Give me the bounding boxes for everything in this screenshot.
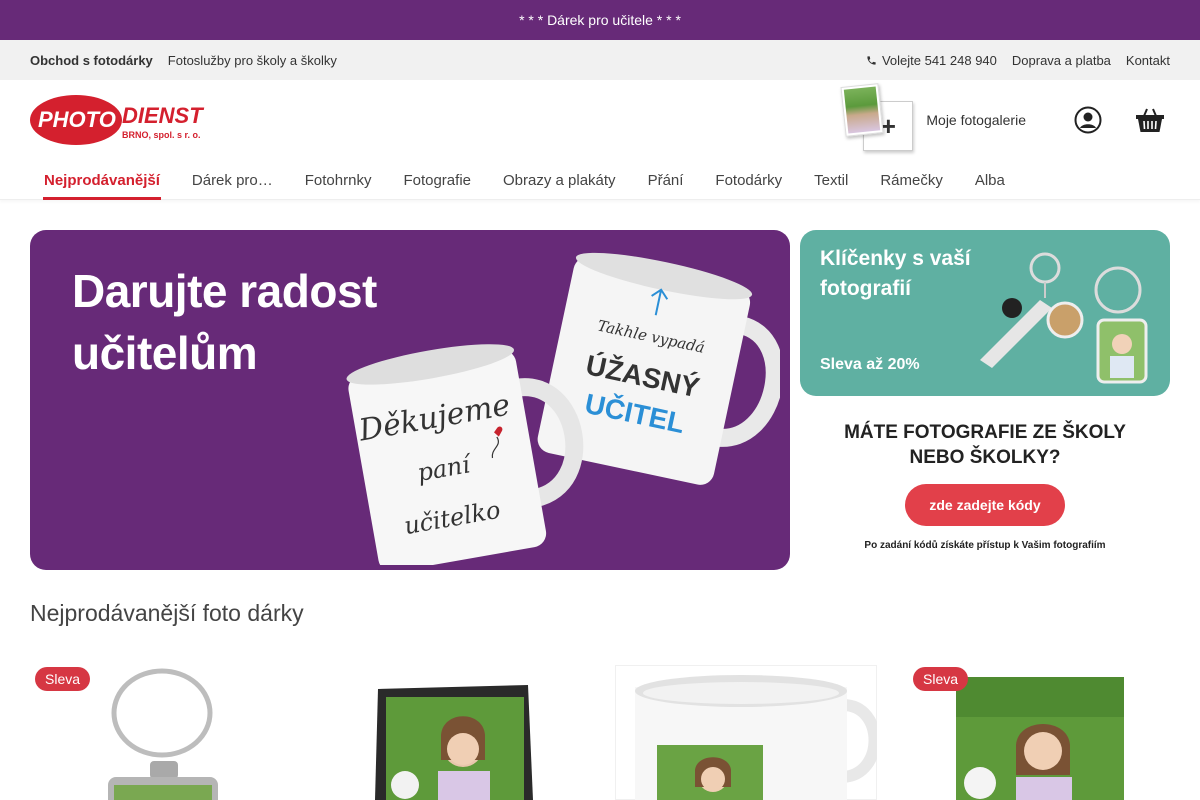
slate-product-image <box>375 685 533 800</box>
school-photos-line-2: NEBO ŠKOLKY? <box>909 447 1061 468</box>
mug-product-image <box>615 665 877 800</box>
nav-item-8[interactable]: Rámečky <box>864 160 959 200</box>
product-card-photo[interactable]: Sleva <box>908 665 1170 800</box>
keychain-banner-title: Klíčenky s vaší fotografií <box>820 244 971 304</box>
main-nav: Nejprodávanější Dárek pro… Fotohrnky Fotogr… <box>0 160 1200 200</box>
cart-button[interactable] <box>1130 100 1170 140</box>
sale-badge: Sleva <box>913 667 969 691</box>
my-gallery-link[interactable]: + Moje fotogalerie <box>840 83 1026 155</box>
keychain-line-1: Klíčenky s vaší <box>820 247 971 270</box>
mugs-illustration: Takhle vypadá ÚŽASNÝ UČITEL Děkujeme pan… <box>346 252 780 565</box>
site-header: PHOTO DIENST BRNO, spol. s r. o. + Moje … <box>0 80 1200 160</box>
promo-text: * * * Dárek pro učitele * * * <box>519 12 681 28</box>
nav-item-5[interactable]: Přání <box>632 160 700 200</box>
svg-text:PHOTO: PHOTO <box>38 107 116 132</box>
section-title: Nejprodávanější foto dárky <box>30 600 304 626</box>
keychains-illustration <box>980 252 1148 384</box>
utility-bar: Obchod s fotodárky Fotoslužby pro školy … <box>0 40 1200 80</box>
phone-icon <box>867 55 876 65</box>
promo-bar: * * * Dárek pro učitele * * * <box>0 0 1200 40</box>
sale-badge: Sleva <box>35 667 91 691</box>
phone-text: Volejte 541 248 940 <box>881 52 997 68</box>
nav-item-7[interactable]: Textil <box>798 160 864 200</box>
contact-link[interactable]: Kontakt <box>1126 53 1170 68</box>
phone-contact[interactable]: Volejte 541 248 940 <box>866 53 997 68</box>
product-card-keychain[interactable]: Sleva <box>30 665 292 800</box>
enter-codes-button[interactable]: zde zadejte kódy <box>905 484 1065 526</box>
site-logo[interactable]: PHOTO DIENST BRNO, spol. s r. o. <box>30 94 205 146</box>
nav-item-0[interactable]: Nejprodávanější <box>28 160 176 200</box>
keychain-banner[interactable]: Klíčenky s vaší fotografií Sleva až 20% <box>800 230 1170 396</box>
hero-line-2: učitelům <box>72 327 258 379</box>
schools-link[interactable]: Fotoslužby pro školy a školky <box>168 53 337 68</box>
svg-text:DIENST: DIENST <box>122 103 204 128</box>
school-photos-title: MÁTE FOTOGRAFIE ZE ŠKOLY NEBO ŠKOLKY? <box>800 420 1170 470</box>
basket-icon <box>1136 108 1164 132</box>
enter-codes-note: Po zadání kódů získáte přístup k Vašim f… <box>864 540 1106 551</box>
nav-item-4[interactable]: Obrazy a plakáty <box>487 160 632 200</box>
product-card-mug[interactable] <box>615 665 877 800</box>
shop-link[interactable]: Obchod s fotodárky <box>30 53 153 68</box>
nav-item-3[interactable]: Fotografie <box>387 160 487 200</box>
nav-item-9[interactable]: Alba <box>959 160 1021 200</box>
hero-banner[interactable]: Darujte radost učitelům Takhle vypadá ÚŽ… <box>30 230 790 570</box>
keychain-line-2: fotografií <box>820 277 911 300</box>
keychain-sale: Sleva až 20% <box>820 356 920 373</box>
gallery-photo-thumb <box>840 83 884 137</box>
svg-text:BRNO, spol. s r. o.: BRNO, spol. s r. o. <box>122 130 201 140</box>
nav-item-6[interactable]: Fotodárky <box>699 160 798 200</box>
hero-title: Darujte radost učitelům <box>72 260 377 384</box>
user-circle-icon <box>1074 106 1102 134</box>
school-photos-banner: MÁTE FOTOGRAFIE ZE ŠKOLY NEBO ŠKOLKY? zd… <box>800 410 1170 570</box>
shipping-link[interactable]: Doprava a platba <box>1012 53 1111 68</box>
hero-line-1: Darujte radost <box>72 265 377 317</box>
school-photos-line-1: MÁTE FOTOGRAFIE ZE ŠKOLY <box>844 422 1126 443</box>
product-list: Sleva Sleva <box>30 665 1170 800</box>
account-button[interactable] <box>1068 100 1108 140</box>
gallery-thumbnails: + <box>840 83 916 155</box>
nav-item-1[interactable]: Dárek pro… <box>176 160 289 200</box>
nav-item-2[interactable]: Fotohrnky <box>289 160 388 200</box>
gallery-label: Moje fotogalerie <box>926 112 1026 128</box>
product-card-slate[interactable] <box>323 665 585 800</box>
